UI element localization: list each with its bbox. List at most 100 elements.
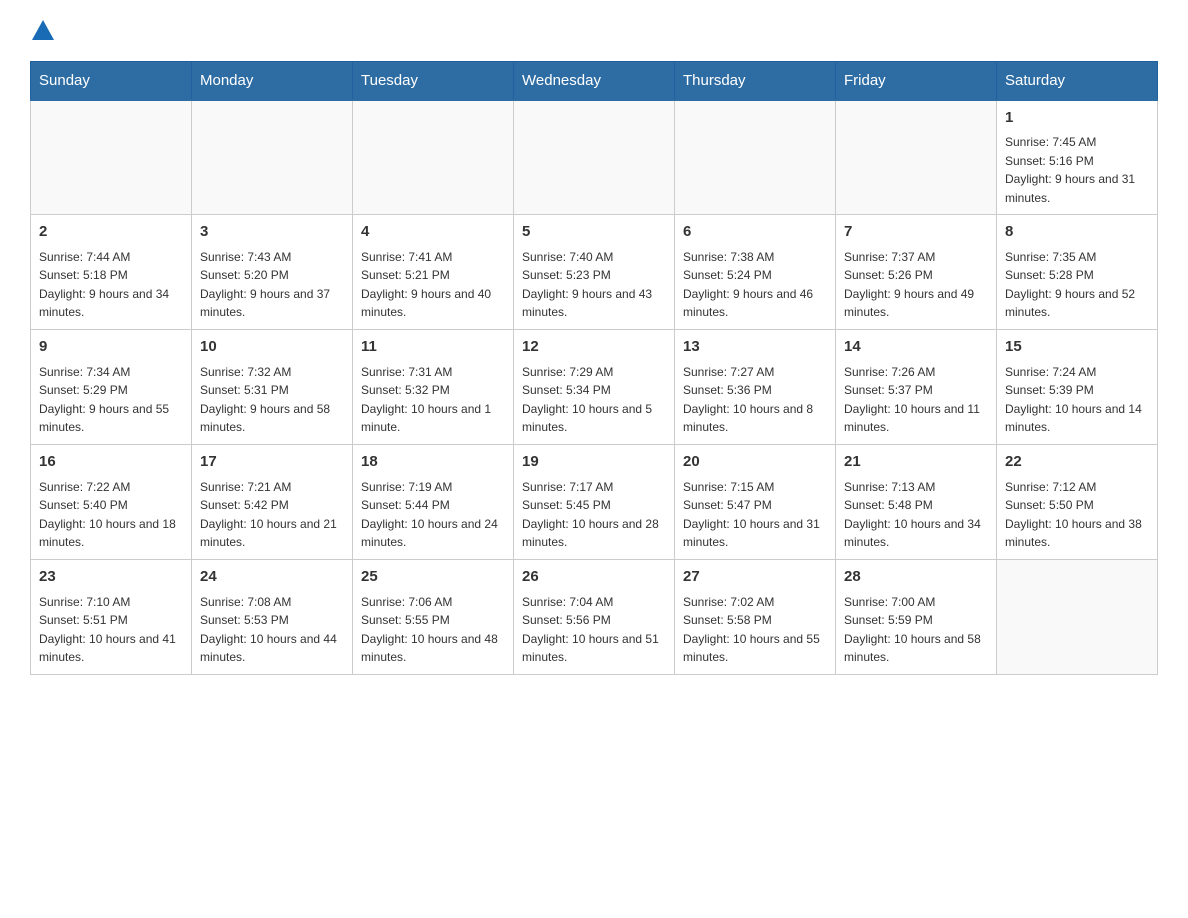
calendar-cell: 11 Sunrise: 7:31 AMSunset: 5:32 PMDayligh… xyxy=(353,330,514,445)
day-number: 13 xyxy=(683,336,827,359)
calendar-cell: 7 Sunrise: 7:37 AMSunset: 5:26 PMDaylight… xyxy=(836,215,997,330)
calendar-week-row: 23 Sunrise: 7:10 AMSunset: 5:51 PMDayligh… xyxy=(31,560,1158,675)
calendar-cell xyxy=(31,100,192,215)
calendar-cell: 27 Sunrise: 7:02 AMSunset: 5:58 PMDayligh… xyxy=(675,560,836,675)
day-number: 19 xyxy=(522,451,666,474)
calendar-cell: 19 Sunrise: 7:17 AMSunset: 5:45 PMDayligh… xyxy=(514,445,675,560)
day-number: 20 xyxy=(683,451,827,474)
calendar-cell: 15 Sunrise: 7:24 AMSunset: 5:39 PMDayligh… xyxy=(997,330,1158,445)
day-info: Sunrise: 7:21 AMSunset: 5:42 PMDaylight:… xyxy=(200,478,344,552)
calendar-cell: 2 Sunrise: 7:44 AMSunset: 5:18 PMDaylight… xyxy=(31,215,192,330)
day-of-week-header: Thursday xyxy=(675,61,836,100)
calendar-cell: 25 Sunrise: 7:06 AMSunset: 5:55 PMDayligh… xyxy=(353,560,514,675)
logo-triangle-icon xyxy=(32,20,54,40)
day-of-week-header: Wednesday xyxy=(514,61,675,100)
day-info: Sunrise: 7:31 AMSunset: 5:32 PMDaylight:… xyxy=(361,363,505,437)
day-info: Sunrise: 7:41 AMSunset: 5:21 PMDaylight:… xyxy=(361,248,505,322)
day-info: Sunrise: 7:44 AMSunset: 5:18 PMDaylight:… xyxy=(39,248,183,322)
day-number: 8 xyxy=(1005,221,1149,244)
day-info: Sunrise: 7:08 AMSunset: 5:53 PMDaylight:… xyxy=(200,593,344,667)
day-number: 17 xyxy=(200,451,344,474)
calendar-cell xyxy=(192,100,353,215)
calendar-table: SundayMondayTuesdayWednesdayThursdayFrid… xyxy=(30,61,1158,676)
day-number: 24 xyxy=(200,566,344,589)
calendar-cell: 28 Sunrise: 7:00 AMSunset: 5:59 PMDayligh… xyxy=(836,560,997,675)
calendar-cell: 13 Sunrise: 7:27 AMSunset: 5:36 PMDayligh… xyxy=(675,330,836,445)
calendar-cell xyxy=(675,100,836,215)
day-info: Sunrise: 7:06 AMSunset: 5:55 PMDaylight:… xyxy=(361,593,505,667)
day-info: Sunrise: 7:13 AMSunset: 5:48 PMDaylight:… xyxy=(844,478,988,552)
day-info: Sunrise: 7:37 AMSunset: 5:26 PMDaylight:… xyxy=(844,248,988,322)
day-info: Sunrise: 7:00 AMSunset: 5:59 PMDaylight:… xyxy=(844,593,988,667)
calendar-week-row: 1 Sunrise: 7:45 AMSunset: 5:16 PMDaylight… xyxy=(31,100,1158,215)
day-of-week-header: Friday xyxy=(836,61,997,100)
day-of-week-header: Monday xyxy=(192,61,353,100)
day-info: Sunrise: 7:35 AMSunset: 5:28 PMDaylight:… xyxy=(1005,248,1149,322)
day-of-week-header: Sunday xyxy=(31,61,192,100)
calendar-cell: 12 Sunrise: 7:29 AMSunset: 5:34 PMDayligh… xyxy=(514,330,675,445)
logo xyxy=(30,20,54,41)
day-number: 12 xyxy=(522,336,666,359)
calendar-cell: 17 Sunrise: 7:21 AMSunset: 5:42 PMDayligh… xyxy=(192,445,353,560)
day-info: Sunrise: 7:26 AMSunset: 5:37 PMDaylight:… xyxy=(844,363,988,437)
day-of-week-header: Tuesday xyxy=(353,61,514,100)
day-info: Sunrise: 7:29 AMSunset: 5:34 PMDaylight:… xyxy=(522,363,666,437)
day-info: Sunrise: 7:40 AMSunset: 5:23 PMDaylight:… xyxy=(522,248,666,322)
page-header xyxy=(30,20,1158,41)
day-number: 5 xyxy=(522,221,666,244)
calendar-week-row: 9 Sunrise: 7:34 AMSunset: 5:29 PMDaylight… xyxy=(31,330,1158,445)
day-info: Sunrise: 7:22 AMSunset: 5:40 PMDaylight:… xyxy=(39,478,183,552)
calendar-cell: 14 Sunrise: 7:26 AMSunset: 5:37 PMDayligh… xyxy=(836,330,997,445)
day-number: 10 xyxy=(200,336,344,359)
day-info: Sunrise: 7:17 AMSunset: 5:45 PMDaylight:… xyxy=(522,478,666,552)
calendar-cell: 10Sunrise: 7:32 AMSunset: 5:31 PMDayligh… xyxy=(192,330,353,445)
calendar-cell xyxy=(997,560,1158,675)
calendar-cell: 1 Sunrise: 7:45 AMSunset: 5:16 PMDaylight… xyxy=(997,100,1158,215)
day-info: Sunrise: 7:10 AMSunset: 5:51 PMDaylight:… xyxy=(39,593,183,667)
calendar-week-row: 16 Sunrise: 7:22 AMSunset: 5:40 PMDayligh… xyxy=(31,445,1158,560)
calendar-cell: 3 Sunrise: 7:43 AMSunset: 5:20 PMDaylight… xyxy=(192,215,353,330)
day-info: Sunrise: 7:04 AMSunset: 5:56 PMDaylight:… xyxy=(522,593,666,667)
day-number: 2 xyxy=(39,221,183,244)
calendar-cell: 4Sunrise: 7:41 AMSunset: 5:21 PMDaylight… xyxy=(353,215,514,330)
day-number: 25 xyxy=(361,566,505,589)
calendar-week-row: 2 Sunrise: 7:44 AMSunset: 5:18 PMDaylight… xyxy=(31,215,1158,330)
day-number: 23 xyxy=(39,566,183,589)
day-info: Sunrise: 7:02 AMSunset: 5:58 PMDaylight:… xyxy=(683,593,827,667)
calendar-cell: 5 Sunrise: 7:40 AMSunset: 5:23 PMDaylight… xyxy=(514,215,675,330)
day-info: Sunrise: 7:45 AMSunset: 5:16 PMDaylight:… xyxy=(1005,133,1149,207)
calendar-cell: 9 Sunrise: 7:34 AMSunset: 5:29 PMDaylight… xyxy=(31,330,192,445)
calendar-cell: 16 Sunrise: 7:22 AMSunset: 5:40 PMDayligh… xyxy=(31,445,192,560)
day-number: 26 xyxy=(522,566,666,589)
day-number: 21 xyxy=(844,451,988,474)
calendar-cell xyxy=(836,100,997,215)
day-number: 15 xyxy=(1005,336,1149,359)
day-number: 28 xyxy=(844,566,988,589)
calendar-cell: 26 Sunrise: 7:04 AMSunset: 5:56 PMDayligh… xyxy=(514,560,675,675)
calendar-header-row: SundayMondayTuesdayWednesdayThursdayFrid… xyxy=(31,61,1158,100)
day-number: 11 xyxy=(361,336,505,359)
calendar-cell: 24 Sunrise: 7:08 AMSunset: 5:53 PMDayligh… xyxy=(192,560,353,675)
day-number: 7 xyxy=(844,221,988,244)
day-info: Sunrise: 7:15 AMSunset: 5:47 PMDaylight:… xyxy=(683,478,827,552)
day-number: 6 xyxy=(683,221,827,244)
day-number: 3 xyxy=(200,221,344,244)
calendar-cell: 6 Sunrise: 7:38 AMSunset: 5:24 PMDaylight… xyxy=(675,215,836,330)
calendar-cell: 18 Sunrise: 7:19 AMSunset: 5:44 PMDayligh… xyxy=(353,445,514,560)
day-number: 22 xyxy=(1005,451,1149,474)
day-info: Sunrise: 7:27 AMSunset: 5:36 PMDaylight:… xyxy=(683,363,827,437)
day-number: 14 xyxy=(844,336,988,359)
day-number: 27 xyxy=(683,566,827,589)
calendar-cell xyxy=(514,100,675,215)
day-number: 9 xyxy=(39,336,183,359)
day-info: Sunrise: 7:34 AMSunset: 5:29 PMDaylight:… xyxy=(39,363,183,437)
day-info: Sunrise: 7:12 AMSunset: 5:50 PMDaylight:… xyxy=(1005,478,1149,552)
day-number: 16 xyxy=(39,451,183,474)
day-info: Sunrise: 7:38 AMSunset: 5:24 PMDaylight:… xyxy=(683,248,827,322)
day-number: 18 xyxy=(361,451,505,474)
day-info: Sunrise: 7:43 AMSunset: 5:20 PMDaylight:… xyxy=(200,248,344,322)
day-info: Sunrise: 7:24 AMSunset: 5:39 PMDaylight:… xyxy=(1005,363,1149,437)
calendar-cell: 21 Sunrise: 7:13 AMSunset: 5:48 PMDayligh… xyxy=(836,445,997,560)
day-number: 1 xyxy=(1005,107,1149,130)
day-info: Sunrise: 7:19 AMSunset: 5:44 PMDaylight:… xyxy=(361,478,505,552)
